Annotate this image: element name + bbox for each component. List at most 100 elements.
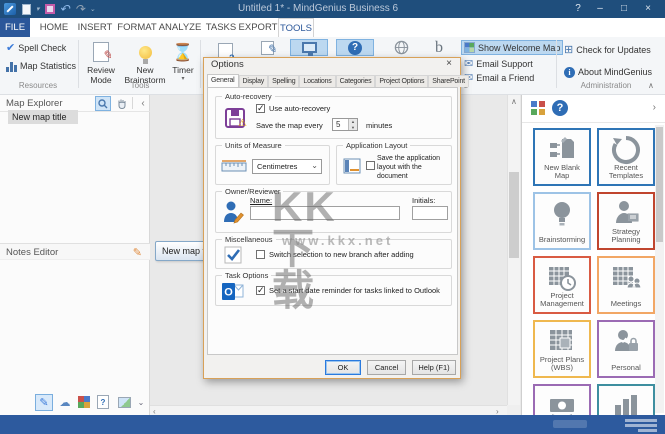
tile-meetings[interactable]: Meetings [597,256,655,314]
tile-personal[interactable]: Personal [597,320,655,378]
notes-edit-button[interactable]: ✎ [35,394,53,411]
owner-initials-input[interactable] [412,206,448,220]
outlook-reminder-checkbox[interactable] [256,286,265,295]
dialog-tab-categories[interactable]: Categories [336,75,376,87]
close-button[interactable]: × [639,0,657,18]
switch-selection-checkbox[interactable] [256,250,265,259]
notes-tool-button[interactable]: ✎ [252,39,282,56]
maximize-button[interactable]: □ [615,0,633,18]
customize-qat-icon[interactable]: ⌄ [90,5,96,13]
help-f1-button[interactable]: Help (F1) [412,360,456,375]
new-dropdown-icon[interactable]: ▾ [36,5,40,13]
minimize-button[interactable]: – [591,0,609,18]
cancel-button[interactable]: Cancel [367,360,406,375]
dialog-tab-general[interactable]: General [207,74,239,87]
tab-analyze[interactable]: ANALYZE [158,18,202,37]
search-icon [98,99,108,109]
review-mode-button[interactable]: ✎ Review Mode [82,40,120,86]
map-statistics-button[interactable]: Map Statistics [4,59,78,73]
about-mindgenius-button[interactable]: i About MindGenius [562,65,654,79]
new-brainstorm-button[interactable]: New Brainstorm [122,40,168,86]
outlook-icon: O [222,282,244,301]
tab-home[interactable]: HOME [36,18,72,37]
search-button[interactable] [95,96,111,111]
window-title: Untitled 1* - MindGenius Business 6 [238,3,398,14]
gallery-scrollbar[interactable] [655,125,664,413]
dialog-tab-locations[interactable]: Locations [299,75,335,87]
use-auto-recovery-checkbox[interactable] [256,104,265,113]
brand-b-icon: b [435,39,443,57]
timer-button[interactable]: ⌛ Timer ▾ [168,40,198,83]
gallery-scroll-thumb[interactable] [656,127,663,242]
spinner-arrows-icon[interactable]: ▲▼ [348,119,357,130]
email-support-button[interactable]: ✉ Email Support [462,57,535,71]
dialog-close-icon[interactable]: × [443,58,455,69]
tile-project-plans-wbs[interactable]: Project Plans (WBS) [533,320,591,378]
left-panel: Map Explorer ‹ New map title Notes Edito… [0,95,150,415]
tab-file[interactable]: FILE [0,18,30,37]
group-divider [556,40,557,88]
gallery-help-icon[interactable]: ? [552,100,568,116]
dialog-tab-project-options[interactable]: Project Options [375,75,428,87]
check-for-updates-button[interactable]: ⊞ Check for Updates [562,43,653,57]
email-friend-button[interactable]: ✉ Email a Friend [462,71,536,85]
new-blank-map-icon [547,135,577,165]
question-doc-button[interactable]: ? [94,394,112,411]
vertical-scroll-thumb[interactable] [509,172,519,258]
tile-recent-templates[interactable]: Recent Templates [597,128,655,186]
spelling-cloud-button[interactable]: ☁ [56,394,74,411]
more-tools-chevron-icon[interactable]: ⌄ [136,394,146,411]
units-select[interactable]: Centimetres [252,159,322,174]
web-button[interactable] [384,39,418,56]
collapse-left-panel-icon[interactable]: ‹ [135,96,151,111]
tab-insert[interactable]: INSERT [76,18,114,37]
redo-icon[interactable]: ↷ [75,3,85,15]
tile-brainstorming[interactable]: Brainstorming [533,192,591,250]
save-layout-checkbox[interactable] [366,161,375,170]
new-document-icon[interactable] [22,4,31,15]
canvas-horizontal-scrollbar[interactable]: ‹ › [150,405,507,415]
tile-project-management[interactable]: Project Management [533,256,591,314]
collapse-right-panel-icon[interactable]: › [653,102,656,113]
picture-button[interactable] [115,394,133,411]
tile-partial-money[interactable] [533,384,591,415]
collapse-ribbon-icon[interactable]: ∧ [648,81,654,90]
save-interval-spinner[interactable]: 5 ▲▼ [332,118,358,131]
tile-strategy-planning[interactable]: Strategy Planning [597,192,655,250]
tile-new-blank-map[interactable]: New Blank Map [533,128,591,186]
group-divider [78,40,79,88]
format-palette-button[interactable] [77,394,91,411]
show-welcome-map-button[interactable]: Show Welcome Map [461,40,563,55]
templates-grid-icon[interactable] [531,101,537,107]
title-bar: ▾ ↶ ↷ ⌄ Untitled 1* - MindGenius Busines… [0,0,665,18]
monitor-icon [302,42,317,53]
undo-icon[interactable]: ↶ [60,3,70,15]
resources-group-label: Resources [0,81,76,90]
wbs-grid-icon [547,327,577,357]
dialog-tab-display[interactable]: Display [239,75,269,87]
group-owner-reviewer: Owner/Reviewer Name: Initials: [215,191,452,233]
dialog-tab-sharepoint[interactable]: SharePoint [428,75,469,87]
notes-editor-header: Notes Editor ✎ [0,243,150,260]
edit-notes-icon[interactable]: ✎ [133,246,142,259]
tab-format[interactable]: FORMAT [116,18,158,37]
presentation-button[interactable] [290,39,328,56]
pan-button[interactable] [114,96,130,111]
tab-export[interactable]: EXPORT [238,18,278,37]
brand-button[interactable]: b [424,39,454,56]
ok-button[interactable]: OK [325,360,361,375]
tab-tasks[interactable]: TASKS [204,18,238,37]
help-button[interactable]: ? [336,39,374,56]
save-icon[interactable] [45,4,55,14]
tab-tools[interactable]: TOOLS [278,18,314,37]
group-task-options: Task Options O Set a start date reminder… [215,275,452,306]
map-explorer-item[interactable]: New map title [8,110,78,124]
window-help-button[interactable]: ? [569,0,587,18]
canvas-vertical-scrollbar[interactable]: ∧ [507,95,520,405]
updates-icon: ⊞ [564,45,573,56]
dialog-tab-spelling[interactable]: Spelling [268,75,299,87]
scroll-up-icon[interactable]: ∧ [511,97,517,106]
owner-name-input[interactable] [250,206,400,220]
spell-check-button[interactable]: ✔ Spell Check [4,41,68,55]
tile-partial-chart[interactable] [597,384,655,415]
